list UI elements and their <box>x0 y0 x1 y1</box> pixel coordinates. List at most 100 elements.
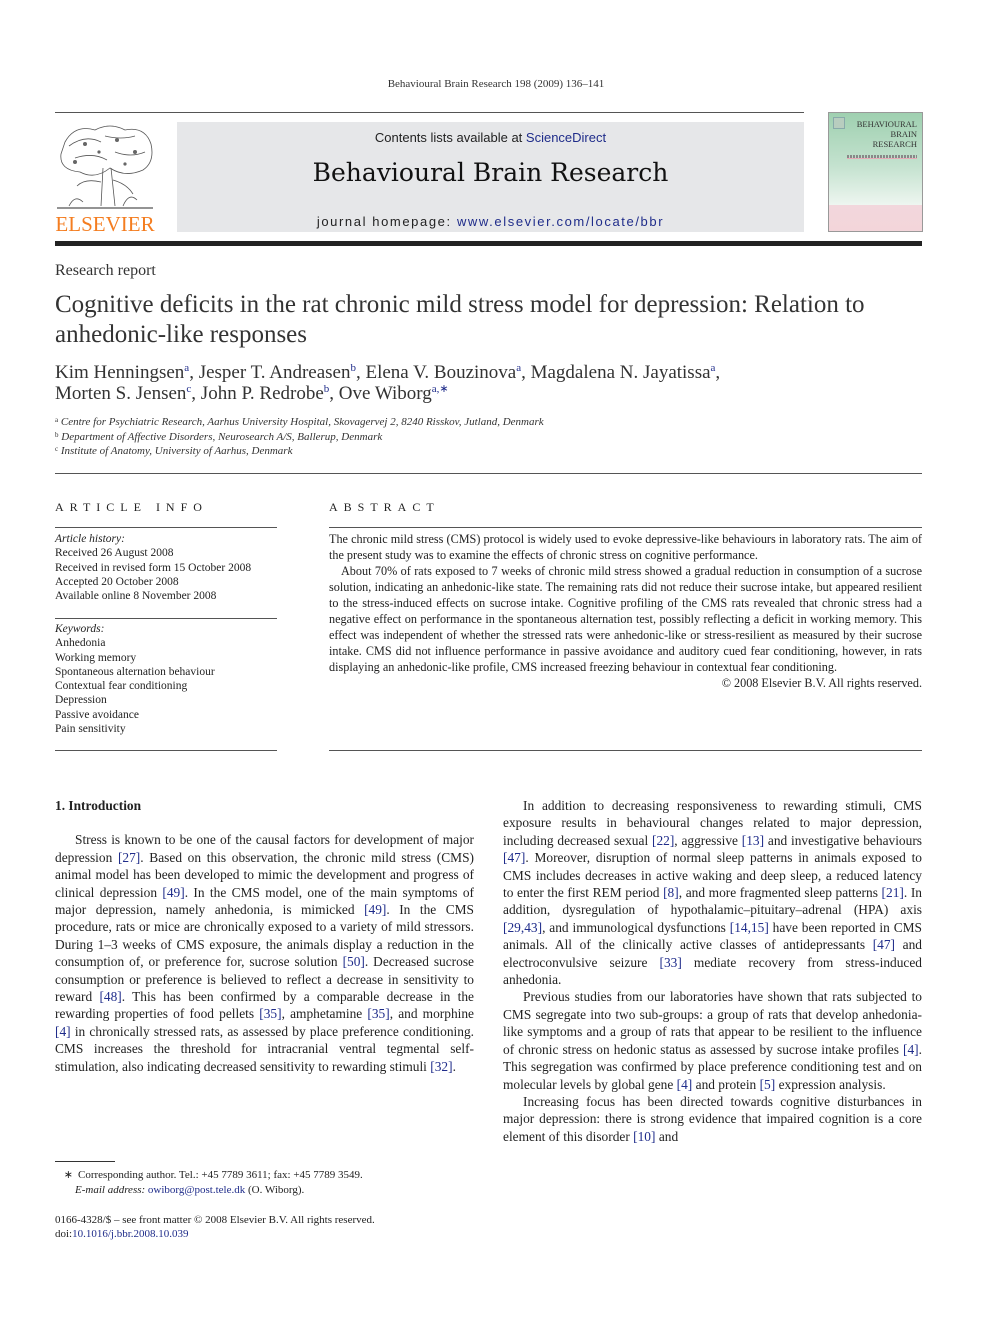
author-affiliation-marker[interactable]: a <box>184 362 189 374</box>
citation-link[interactable]: [29,43] <box>503 920 542 935</box>
author-name: Kim Henningsen <box>55 362 185 383</box>
affiliation-item: a Centre for Psychiatric Research, Aarhu… <box>55 416 544 428</box>
citation-link[interactable]: [13] <box>742 833 764 848</box>
affiliation-item: b Department of Affective Disorders, Neu… <box>55 430 383 443</box>
author-name: Magdalena N. Jayatissa <box>530 362 711 383</box>
divider <box>329 527 922 528</box>
citation-link[interactable]: [22] <box>652 833 674 848</box>
cover-emblem-icon <box>833 117 845 129</box>
author-affiliation-marker[interactable]: b <box>324 383 330 395</box>
homepage-prefix: journal homepage: <box>316 214 457 229</box>
abstract-paragraph: The chronic mild stress (CMS) protocol i… <box>329 532 922 562</box>
homepage-line: journal homepage: www.elsevier.com/locat… <box>177 214 804 229</box>
keyword-item: Depression <box>55 694 107 707</box>
history-item: Received 26 August 2008 <box>55 547 174 560</box>
citation-link[interactable]: [8] <box>663 885 679 900</box>
article-history-label: Article history: <box>55 533 125 545</box>
affiliations: a Centre for Psychiatric Research, Aarhu… <box>55 415 925 459</box>
history-item: Received in revised form 15 October 2008 <box>55 561 252 574</box>
section-heading: 1. Introduction <box>55 798 142 813</box>
corresponding-text: Corresponding author. Tel.: +45 7789 361… <box>78 1169 363 1181</box>
journal-cover-thumbnail: BEHAVIOURAL BRAIN RESEARCH <box>828 112 923 232</box>
citation-link[interactable]: [48] <box>99 989 121 1004</box>
affiliation-key: c <box>55 445 59 453</box>
author-affiliation-marker[interactable]: a,∗ <box>432 383 449 395</box>
citation-link[interactable]: [14,15] <box>730 920 769 935</box>
running-head: Behavioural Brain Research 198 (2009) 13… <box>387 78 605 90</box>
history-item: Available online 8 November 2008 <box>55 590 217 603</box>
citation-link[interactable]: [5] <box>760 1077 776 1092</box>
author-name: Jesper T. Andreasen <box>198 362 351 383</box>
citation-link[interactable]: [33] <box>660 955 682 970</box>
citation-link[interactable]: [49] <box>162 885 184 900</box>
cover-title-line: RESEARCH <box>872 139 917 149</box>
body-paragraph: Increasing focus has been directed towar… <box>503 1093 922 1144</box>
article-info-heading: ARTICLE INFO <box>55 500 208 514</box>
article-type: Research report <box>55 262 156 279</box>
body-paragraph: Stress is known to be one of the causal … <box>55 832 475 1074</box>
divider <box>55 527 277 528</box>
left-paragraphs: Stress is known to be one of the causal … <box>55 831 474 1075</box>
citation-link[interactable]: [4] <box>55 1024 71 1039</box>
doi-link[interactable]: 10.1016/j.bbr.2008.10.039 <box>72 1228 188 1240</box>
keyword-item: Anhedonia <box>55 637 106 650</box>
author-name: Morten S. Jensen <box>55 383 187 404</box>
citation-link[interactable]: [21] <box>882 885 904 900</box>
author-list: Kim Henningsena, Jesper T. Andreasenb, E… <box>55 362 721 404</box>
footnote-rule <box>55 1161 115 1162</box>
affiliation-key: b <box>55 430 59 439</box>
citation-link[interactable]: [27] <box>118 850 140 865</box>
citation-link[interactable]: [47] <box>503 850 525 865</box>
author-name: John P. Redrobe <box>200 383 324 404</box>
email-label: E-mail address: <box>75 1184 148 1196</box>
author-affiliation-marker[interactable]: a <box>516 362 521 374</box>
citation-link[interactable]: [4] <box>903 1042 919 1057</box>
author-affiliation-marker[interactable]: b <box>350 362 356 374</box>
citation-link[interactable]: [10] <box>633 1129 655 1144</box>
keyword-item: Spontaneous alternation behaviour <box>55 665 215 678</box>
right-paragraphs: In addition to decreasing responsiveness… <box>503 797 922 1145</box>
front-matter: 0166-4328/$ – see front matter © 2008 El… <box>55 1213 475 1241</box>
keyword-item: Passive avoidance <box>55 708 139 721</box>
footnote-marker: ∗ <box>63 1169 73 1181</box>
doi-prefix: doi: <box>55 1228 73 1240</box>
abstract-body: The chronic mild stress (CMS) protocol i… <box>329 531 922 691</box>
citation-link[interactable]: [32] <box>430 1059 452 1074</box>
sciencedirect-link[interactable]: ScienceDirect <box>526 130 606 145</box>
email-link[interactable]: owiborg@post.tele.dk <box>148 1184 245 1196</box>
journal-title: Behavioural Brain Research <box>312 158 669 187</box>
author-name: Ove Wiborg <box>338 383 432 404</box>
author-affiliation-marker[interactable]: c <box>186 383 191 395</box>
keywords-label: Keywords: <box>55 623 105 635</box>
cover-title-line: BRAIN <box>890 129 917 139</box>
abstract-paragraph: About 70% of rats exposed to 7 weeks of … <box>329 564 922 674</box>
email-suffix: (O. Wiborg). <box>245 1184 305 1196</box>
author-affiliation-marker[interactable]: a <box>711 362 716 374</box>
keyword-item: Contextual fear conditioning <box>55 680 188 693</box>
abstract-heading: ABSTRACT <box>329 500 440 514</box>
abstract-copyright: © 2008 Elsevier B.V. All rights reserved… <box>721 676 922 690</box>
citation-link[interactable]: [35] <box>259 1006 281 1021</box>
journal-masthead: Contents lists available at ScienceDirec… <box>177 122 804 232</box>
head-rule <box>55 473 922 474</box>
divider <box>55 618 277 619</box>
cover-subtitle <box>847 155 917 159</box>
article-title: Cognitive deficits in the rat chronic mi… <box>55 291 865 348</box>
citation-link[interactable]: [49] <box>364 902 386 917</box>
cover-title: BEHAVIOURAL BRAIN RESEARCH <box>857 119 917 149</box>
citation-link[interactable]: [35] <box>367 1006 389 1021</box>
contents-prefix: Contents lists available at <box>374 130 526 145</box>
keywords: Keywords: Anhedonia Working memory Spont… <box>55 622 280 736</box>
journal-homepage-link[interactable]: www.elsevier.com/locate/bbr <box>457 214 664 229</box>
corresponding-author-footnote: ∗ Corresponding author. Tel.: +45 7789 36… <box>55 1168 475 1198</box>
citation-link[interactable]: [4] <box>677 1077 693 1092</box>
citation-link[interactable]: [50] <box>343 954 365 969</box>
affiliation-item: c Institute of Anatomy, University of Aa… <box>55 445 293 457</box>
top-rule <box>55 112 804 113</box>
citation-link[interactable]: [47] <box>873 937 895 952</box>
contents-line: Contents lists available at ScienceDirec… <box>177 130 804 145</box>
divider <box>55 750 277 751</box>
elsevier-wordmark: ELSEVIER <box>55 212 155 236</box>
divider <box>329 750 922 751</box>
body-paragraph: In addition to decreasing responsiveness… <box>503 798 923 988</box>
